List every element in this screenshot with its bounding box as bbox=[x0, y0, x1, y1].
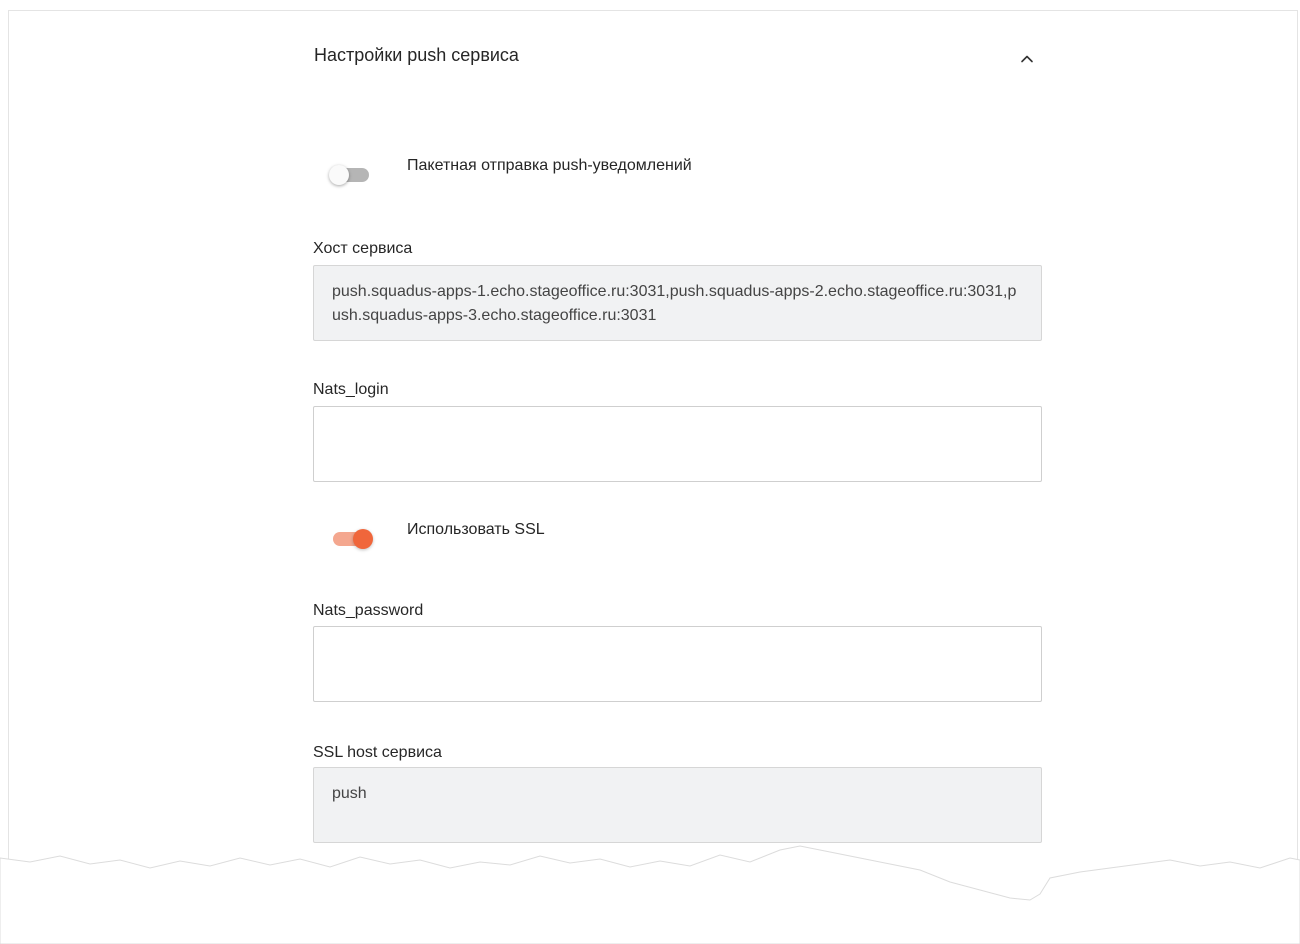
service-host-label: Хост сервиса bbox=[313, 240, 413, 257]
page: Настройки push сервиса Пакетная отправка… bbox=[0, 0, 1300, 944]
collapse-button[interactable] bbox=[1013, 47, 1041, 75]
nats-login-input[interactable] bbox=[313, 406, 1042, 482]
torn-edge-decoration bbox=[0, 845, 1300, 944]
use-ssl-label: Использовать SSL bbox=[407, 521, 545, 538]
section-title: Настройки push сервиса bbox=[314, 45, 519, 65]
nats-password-input[interactable] bbox=[313, 626, 1042, 702]
use-ssl-switch[interactable] bbox=[327, 525, 375, 553]
switch-thumb bbox=[329, 165, 349, 185]
nats-password-label: Nats_password bbox=[313, 602, 424, 619]
switch-thumb bbox=[353, 529, 373, 549]
batch-push-toggle-row: Пакетная отправка push-уведомлений bbox=[327, 157, 692, 189]
batch-push-switch[interactable] bbox=[327, 161, 375, 189]
ssl-toggle-row: Использовать SSL bbox=[327, 521, 545, 553]
batch-push-label: Пакетная отправка push-уведомлений bbox=[407, 157, 692, 174]
chevron-up-icon bbox=[1020, 52, 1034, 71]
nats-login-label: Nats_login bbox=[313, 381, 389, 398]
service-host-field: push.squadus-apps-1.echo.stageoffice.ru:… bbox=[313, 265, 1042, 341]
ssl-host-field: push bbox=[313, 767, 1042, 843]
ssl-host-label: SSL host сервиса bbox=[313, 744, 442, 761]
settings-card: Настройки push сервиса Пакетная отправка… bbox=[8, 10, 1298, 859]
